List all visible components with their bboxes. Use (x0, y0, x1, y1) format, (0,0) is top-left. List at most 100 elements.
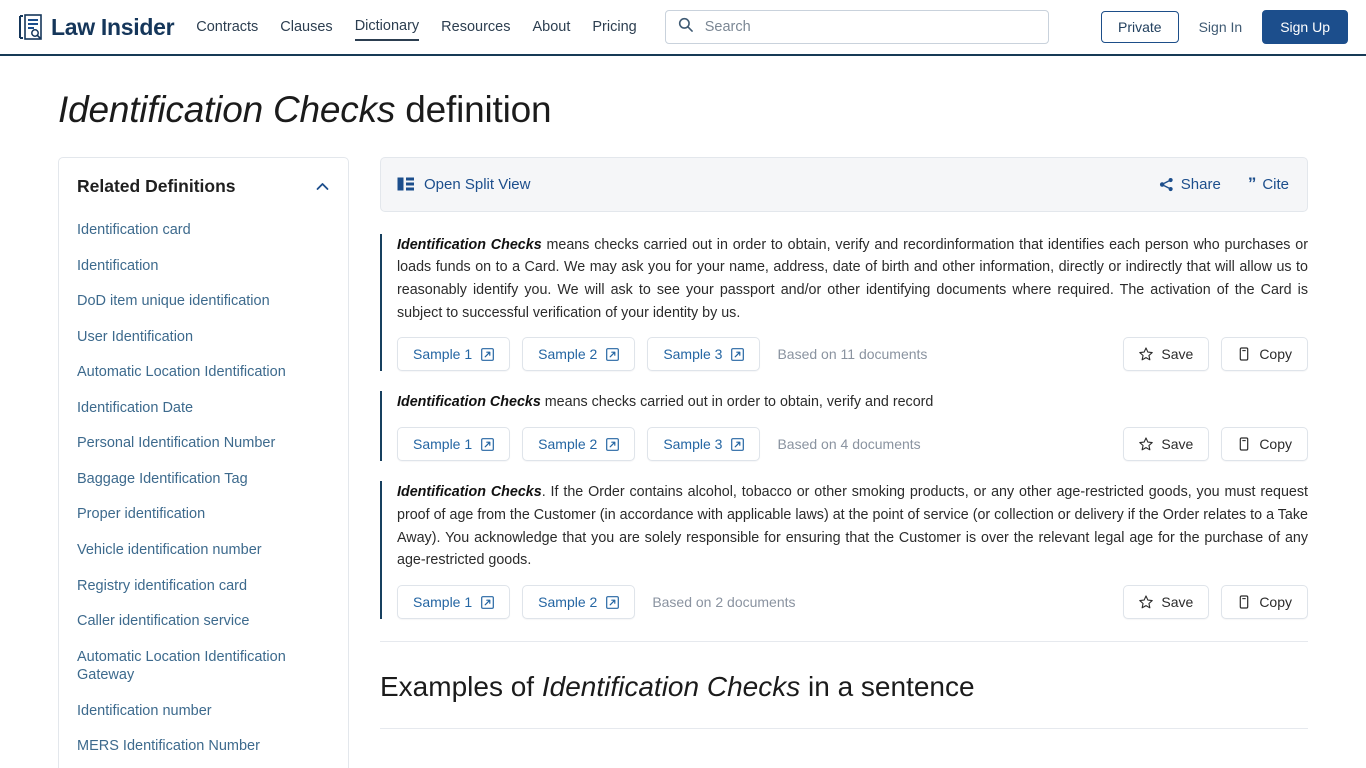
page-title-suffix: definition (395, 89, 552, 130)
cite-label: Cite (1262, 175, 1289, 193)
definition-block: Identification Checks means checks carri… (380, 391, 1308, 462)
sidebar-item-user-identification[interactable]: User Identification (59, 319, 348, 355)
sample-2-button[interactable]: Sample 2 (522, 585, 636, 620)
save-button[interactable]: Save (1123, 337, 1210, 372)
external-link-icon (606, 437, 620, 451)
sample-1-button[interactable]: Sample 1 (397, 337, 511, 372)
site-header: Law Insider Contracts Clauses Dictionary… (0, 0, 1366, 56)
related-definitions-list: Identification card Identification DoD i… (59, 213, 348, 765)
examples-heading: Examples of Identification Checks in a s… (380, 670, 1308, 704)
search-icon (678, 17, 703, 37)
sidebar-item-registry-identification-card[interactable]: Registry identification card (59, 568, 348, 604)
list-item: Caller identification service (59, 604, 348, 640)
sample-label: Sample 2 (538, 346, 598, 363)
examples-term: Identification Checks (541, 671, 801, 703)
external-link-icon (731, 348, 745, 361)
sample-1-button[interactable]: Sample 1 (397, 585, 511, 620)
copy-button[interactable]: Copy (1221, 585, 1308, 620)
definition-right-actions: Save Copy (1123, 337, 1308, 372)
sidebar-item-baggage-identification-tag[interactable]: Baggage Identification Tag (59, 461, 348, 497)
page-title: Identification Checks definition (0, 56, 1366, 132)
nav-item-dictionary[interactable]: Dictionary (354, 14, 420, 41)
star-icon (1139, 437, 1154, 451)
sidebar-item-identification-card[interactable]: Identification card (59, 213, 348, 249)
share-icon (1159, 177, 1174, 192)
nav-item-contracts[interactable]: Contracts (196, 15, 258, 40)
definition-right-actions: Save Copy (1123, 427, 1308, 462)
external-link-icon (606, 595, 620, 609)
copy-label: Copy (1259, 346, 1292, 363)
definition-term: Identification Checks (397, 484, 542, 501)
sample-3-button[interactable]: Sample 3 (647, 337, 761, 372)
brand-logo[interactable]: Law Insider (18, 13, 175, 41)
nav-item-clauses[interactable]: Clauses (280, 15, 332, 40)
share-label: Share (1180, 175, 1221, 193)
examples-suffix: in a sentence (800, 671, 975, 703)
sample-2-button[interactable]: Sample 2 (522, 427, 636, 462)
sidebar-item-dod-item-unique-identification[interactable]: DoD item unique identification (59, 284, 348, 320)
examples-prefix: Examples of (380, 671, 542, 703)
star-icon (1139, 347, 1154, 361)
private-button[interactable]: Private (1101, 11, 1179, 43)
copy-button[interactable]: Copy (1221, 337, 1308, 372)
external-link-icon (481, 437, 495, 451)
list-item: Identification (59, 248, 348, 284)
save-button[interactable]: Save (1123, 427, 1210, 462)
list-item: Automatic Location Identification Gatewa… (59, 639, 348, 693)
definition-right-actions: Save Copy (1123, 585, 1308, 620)
sidebar-item-vehicle-identification-number[interactable]: Vehicle identification number (59, 532, 348, 568)
share-button[interactable]: Share (1159, 176, 1221, 193)
definition-actions: Sample 1 Sample 2 Sample 3 Based on 4 do… (397, 427, 1308, 462)
sign-up-button[interactable]: Sign Up (1262, 10, 1348, 44)
sidebar-item-automatic-location-identification[interactable]: Automatic Location Identification (59, 355, 348, 391)
search-box[interactable] (664, 10, 1049, 44)
main-navigation: Contracts Clauses Dictionary Resources A… (196, 14, 637, 41)
list-item: Vehicle identification number (59, 532, 348, 568)
sidebar-item-proper-identification[interactable]: Proper identification (59, 497, 348, 533)
definition-actions: Sample 1 Sample 2 Sample 3 Based on 11 d… (397, 337, 1308, 372)
copy-icon (1237, 347, 1251, 362)
list-item: MERS Identification Number (59, 729, 348, 765)
sidebar-item-automatic-location-identification-gateway[interactable]: Automatic Location Identification Gatewa… (59, 639, 348, 693)
sign-in-button[interactable]: Sign In (1193, 18, 1249, 36)
sample-label: Sample 1 (413, 594, 473, 611)
nav-item-pricing[interactable]: Pricing (592, 15, 636, 40)
chevron-up-icon[interactable] (316, 182, 329, 191)
nav-item-about[interactable]: About (532, 15, 570, 40)
save-label: Save (1161, 436, 1194, 453)
copy-button[interactable]: Copy (1221, 427, 1308, 462)
list-item: Identification Date (59, 390, 348, 426)
sidebar-item-personal-identification-number[interactable]: Personal Identification Number (59, 426, 348, 462)
list-item: DoD item unique identification (59, 284, 348, 320)
definition-term: Identification Checks (397, 236, 542, 253)
copy-label: Copy (1259, 594, 1292, 611)
sidebar-item-caller-identification-service[interactable]: Caller identification service (59, 604, 348, 640)
copy-label: Copy (1259, 436, 1292, 453)
save-button[interactable]: Save (1123, 585, 1210, 620)
based-on-documents: Based on 2 documents (652, 594, 796, 611)
sidebar-item-identification[interactable]: Identification (59, 248, 348, 284)
list-item: Registry identification card (59, 568, 348, 604)
search-input[interactable] (702, 18, 1036, 36)
open-split-view-label: Open Split View (424, 175, 531, 193)
sample-1-button[interactable]: Sample 1 (397, 427, 511, 462)
definition-text: Identification Checks means checks carri… (397, 234, 1308, 325)
external-link-icon (731, 437, 745, 451)
brand-name: Law Insider (51, 13, 175, 40)
page-layout: Related Definitions Identification card … (0, 132, 1366, 768)
definition-actions: Sample 1 Sample 2 Based on 2 documents S… (397, 585, 1308, 620)
sidebar-item-mers-identification-number[interactable]: MERS Identification Number (59, 729, 348, 765)
sidebar-item-identification-number[interactable]: Identification number (59, 693, 348, 729)
open-split-view-button[interactable]: Open Split View (397, 176, 530, 193)
sample-2-button[interactable]: Sample 2 (522, 337, 636, 372)
sidebar-item-identification-date[interactable]: Identification Date (59, 390, 348, 426)
definition-text: Identification Checks. If the Order cont… (397, 481, 1308, 572)
cite-button[interactable]: ” Cite (1248, 175, 1289, 193)
list-item: Personal Identification Number (59, 426, 348, 462)
sidebar-header-toggle[interactable]: Related Definitions (59, 176, 348, 197)
sample-3-button[interactable]: Sample 3 (647, 427, 761, 462)
nav-item-resources[interactable]: Resources (441, 15, 510, 40)
definition-block: Identification Checks means checks carri… (380, 233, 1308, 372)
list-item: Identification card (59, 213, 348, 249)
list-item: Proper identification (59, 497, 348, 533)
